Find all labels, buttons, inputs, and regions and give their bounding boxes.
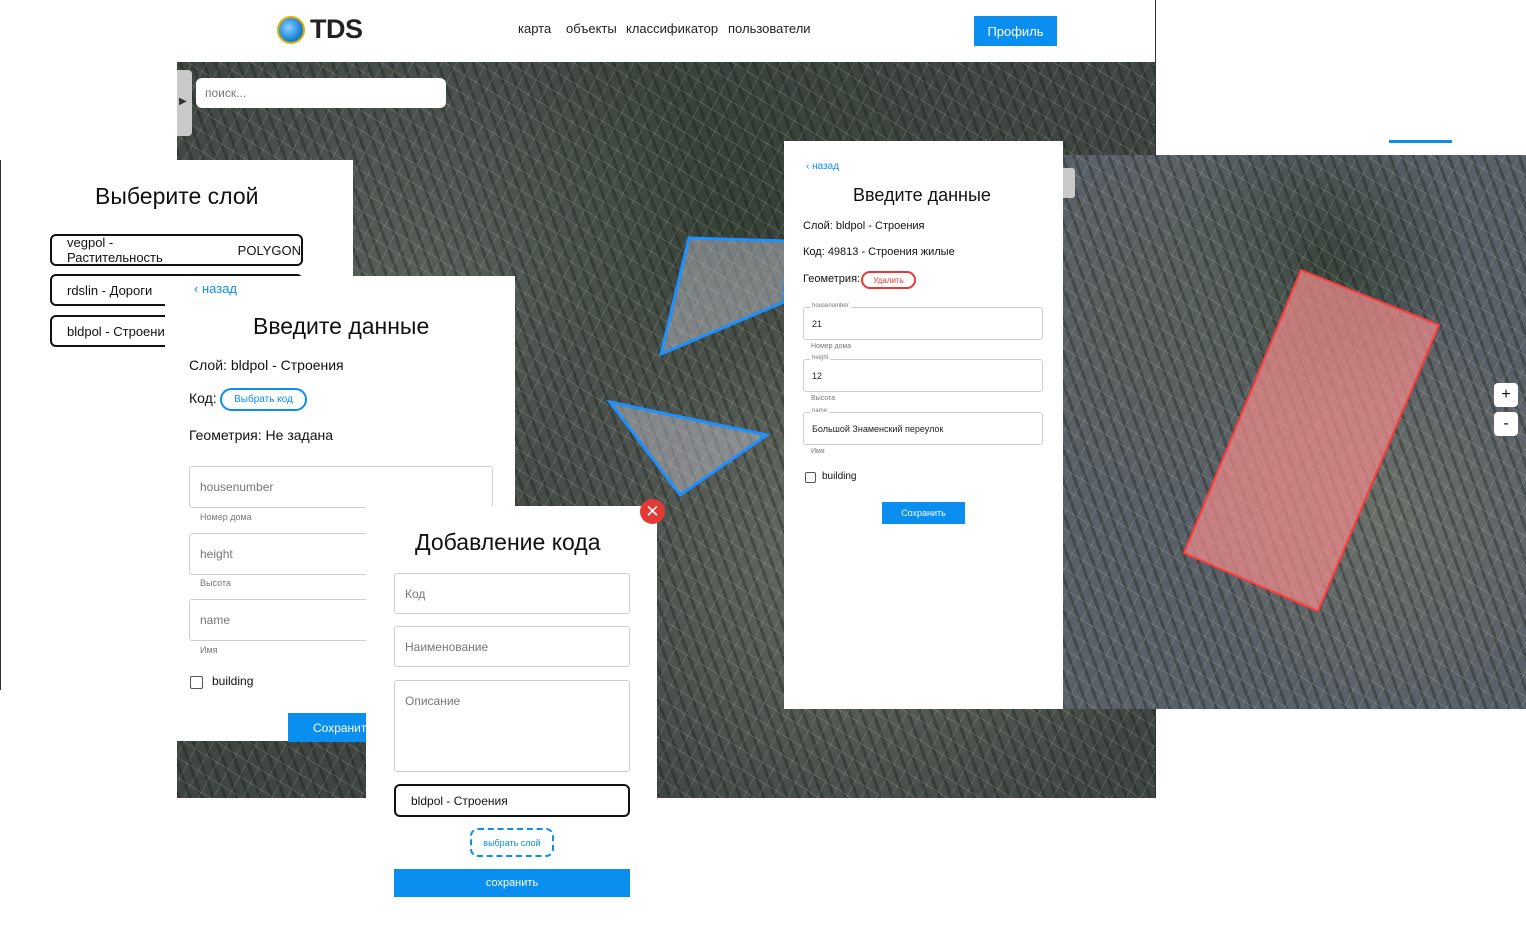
selection-overlay [1182, 268, 1441, 613]
name-hint: Имя [200, 645, 218, 655]
nav-classifier[interactable]: классификатор [626, 21, 718, 36]
layer-label: Слой: bldpol - Строения [189, 357, 344, 373]
modal-title: Добавление кода [415, 529, 601, 555]
layer-select-title: Выберите слой [95, 183, 259, 209]
selected-layer-field[interactable]: bldpol - Строения [394, 784, 630, 817]
zoom-in-button[interactable]: + [1494, 383, 1518, 407]
save-button-filled[interactable]: Сохранить [882, 502, 965, 524]
sidebar-toggle-zoomed[interactable] [1063, 168, 1075, 198]
building-checkbox-label-filled: building [822, 471, 857, 482]
top-navbar: TDS карта объекты классификатор пользова… [177, 0, 1155, 63]
building-checkbox-label: building [212, 674, 254, 688]
name-input[interactable]: Наименование [394, 626, 630, 667]
zoom-out-button[interactable]: - [1494, 412, 1518, 436]
data-form-title-filled: Введите данные [853, 185, 991, 205]
housenumber-hint-filled: Номер дома [811, 343, 852, 350]
data-form-title: Введите данные [253, 313, 430, 339]
building-checkbox[interactable] [190, 676, 203, 689]
polygon-shape-1[interactable] [658, 236, 789, 357]
name-field-filled[interactable]: Большой Знаменский переулок [803, 412, 1043, 445]
polygon-shape-2[interactable] [606, 399, 771, 498]
housenumber-hint: Номер дома [200, 512, 252, 522]
height-field-filled[interactable]: 12 [803, 359, 1043, 392]
back-link[interactable]: ‹ назад [194, 281, 237, 296]
code-label-filled: Код: 49813 - Строения жилые [803, 246, 955, 258]
name-hint-filled: Имя [811, 448, 825, 455]
choose-code-button[interactable]: Выбрать код [220, 388, 307, 411]
geometry-label: Геометрия: Не задана [189, 427, 334, 443]
name-float-label: name [810, 408, 830, 414]
chevron-left-icon: ‹ [194, 281, 199, 296]
layer-label-filled: Слой: bldpol - Строения [803, 220, 925, 232]
profile-button[interactable]: Профиль [974, 16, 1057, 46]
app-logo[interactable]: TDS [310, 14, 363, 45]
search-input[interactable] [196, 78, 446, 108]
pick-layer-button[interactable]: выбрать слой [470, 828, 554, 857]
height-hint: Высота [200, 578, 231, 588]
delete-geometry-button[interactable]: Удалить [861, 271, 916, 289]
height-hint-filled: Высота [811, 395, 836, 402]
selected-building-polygon[interactable] [1182, 268, 1441, 613]
expand-sidebar-icon[interactable]: ▶ [179, 96, 187, 107]
layer-option-vegpol[interactable]: vegpol - Растительность POLYGON [50, 234, 303, 266]
modal-save-button[interactable]: сохранить [394, 869, 630, 897]
close-icon[interactable]: ✕ [640, 499, 665, 524]
nav-users[interactable]: пользователи [728, 21, 811, 36]
code-input[interactable]: Код [394, 573, 630, 614]
geometry-label-filled: Геометрия: [803, 273, 861, 285]
description-textarea[interactable]: Описание [394, 680, 630, 772]
satellite-map-zoomed[interactable] [1063, 155, 1526, 709]
housenumber-field-filled[interactable]: 21 [803, 307, 1043, 340]
chevron-left-icon: ‹ [806, 161, 810, 172]
layer-option-label: rdslin - Дороги [67, 282, 153, 298]
accent-underline [1389, 140, 1452, 143]
layer-geometry-type: POLYGON [237, 242, 301, 258]
nav-map[interactable]: карта [518, 21, 551, 36]
housenumber-float-label: housenumber [810, 303, 851, 309]
height-float-label: height [810, 355, 831, 361]
layer-option-label: vegpol - Растительность [67, 235, 163, 265]
nav-objects[interactable]: объекты [566, 21, 617, 36]
building-checkbox-filled[interactable] [805, 472, 816, 483]
globe-logo-icon [277, 16, 305, 44]
back-link-filled[interactable]: ‹ назад [806, 161, 839, 172]
layer-option-label: bldpol - Строения [67, 323, 172, 339]
code-label: Код: [189, 390, 217, 406]
housenumber-field[interactable]: housenumber [189, 466, 493, 508]
